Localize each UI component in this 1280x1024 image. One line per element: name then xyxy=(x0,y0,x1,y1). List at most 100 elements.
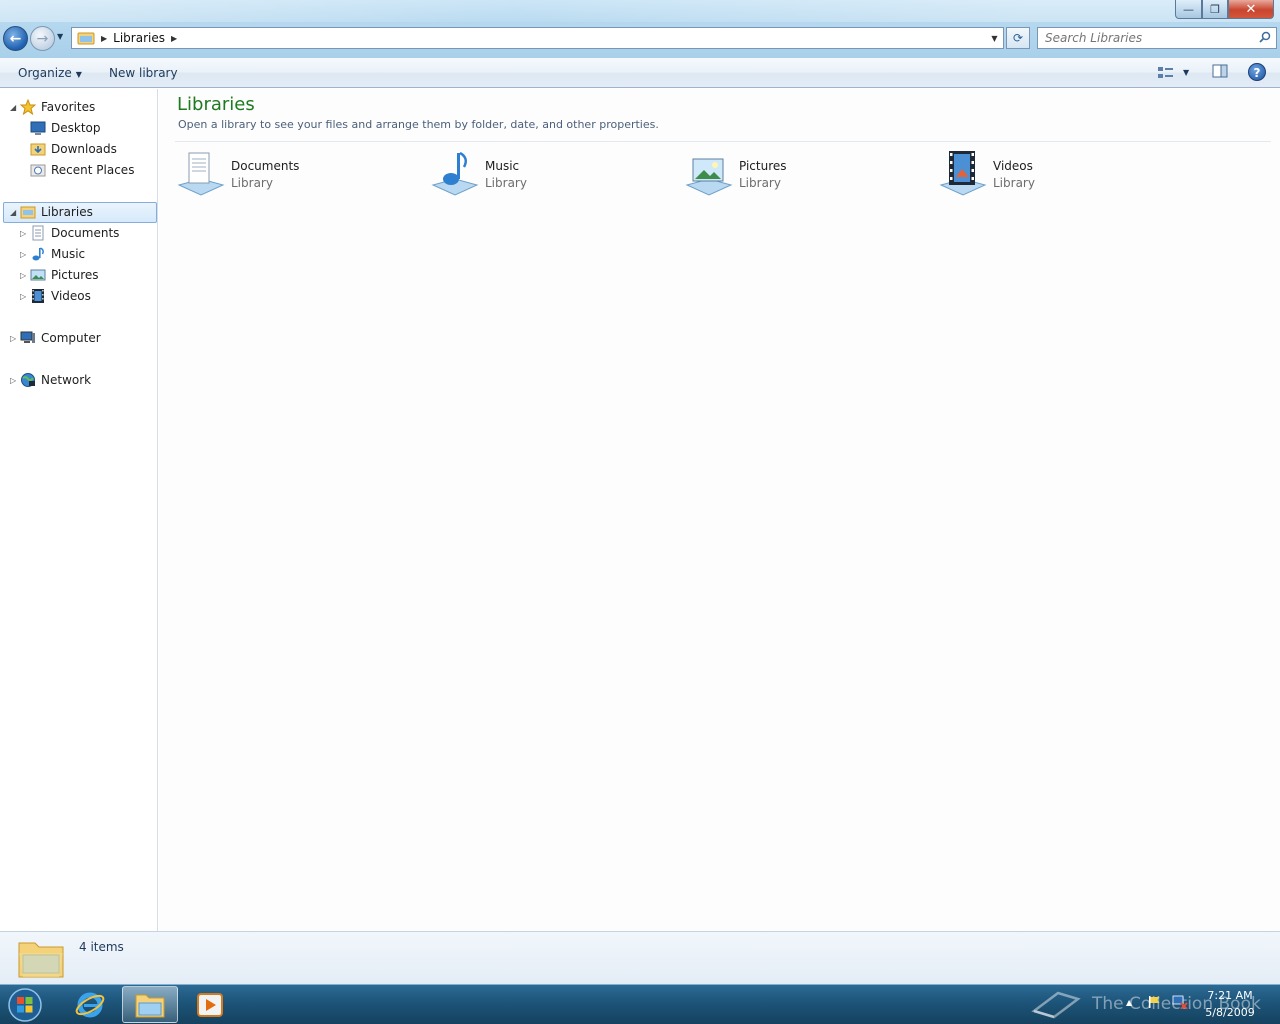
library-tile-documents[interactable]: Documents Library xyxy=(177,149,417,201)
organize-label: Organize xyxy=(18,66,72,80)
preview-pane-button[interactable] xyxy=(1212,64,1230,82)
book-logo-icon xyxy=(1031,991,1081,1019)
nav-libraries-label: Libraries xyxy=(41,205,93,219)
nav-item-downloads[interactable]: Downloads xyxy=(30,139,117,159)
maximize-button[interactable]: ❐ xyxy=(1202,0,1228,19)
start-button[interactable] xyxy=(4,987,46,1023)
nav-network[interactable]: Network xyxy=(20,370,91,390)
breadcrumb-separator-icon[interactable]: ▶ xyxy=(171,34,177,43)
videos-icon xyxy=(30,288,46,304)
taskbar: The Collection Book ▲ 7:21 AM 5/8/2009 xyxy=(0,984,1280,1024)
nav-item-videos[interactable]: Videos xyxy=(30,286,91,306)
library-type: Library xyxy=(739,176,781,190)
forward-button[interactable]: → xyxy=(30,26,55,51)
expand-icon[interactable]: ▷ xyxy=(10,334,16,343)
minimize-button[interactable]: — xyxy=(1175,0,1202,19)
videos-library-icon xyxy=(939,151,987,196)
address-dropdown-button[interactable]: ▼ xyxy=(985,33,1003,43)
recent-pages-dropdown[interactable]: ▼ xyxy=(57,32,67,44)
taskbar-windows-explorer[interactable] xyxy=(122,986,178,1023)
chevron-down-icon: ▼ xyxy=(1183,68,1190,77)
library-tile-pictures[interactable]: Pictures Library xyxy=(685,149,925,201)
expand-icon[interactable]: ▷ xyxy=(20,250,26,259)
documents-library-icon xyxy=(177,152,225,196)
chevron-down-icon: ▼ xyxy=(57,32,64,41)
address-bar[interactable]: ▶ Libraries ▶ ▼ xyxy=(71,27,1004,49)
close-button[interactable]: ✕ xyxy=(1228,0,1274,19)
organize-menu-button[interactable]: Organize ▼ xyxy=(18,64,82,82)
documents-icon xyxy=(30,225,46,241)
nav-item-documents-label: Documents xyxy=(51,226,120,240)
favorites-star-icon xyxy=(19,98,37,116)
taskbar-media-player[interactable] xyxy=(182,986,238,1023)
page-description: Open a library to see your files and arr… xyxy=(178,118,659,131)
chevron-down-icon: ▼ xyxy=(75,70,82,79)
nav-libraries[interactable]: Libraries xyxy=(20,202,93,222)
downloads-folder-icon xyxy=(30,141,46,157)
network-icon xyxy=(20,372,36,388)
page-title: Libraries xyxy=(177,94,255,115)
library-type: Library xyxy=(993,176,1035,190)
nav-item-desktop-label: Desktop xyxy=(51,121,101,135)
breadcrumb-separator-icon[interactable]: ▶ xyxy=(101,34,107,43)
search-icon[interactable] xyxy=(1259,31,1271,43)
nav-item-pictures[interactable]: Pictures xyxy=(30,265,99,285)
preview-pane-icon xyxy=(1212,64,1228,78)
nav-favorites[interactable]: Favorites xyxy=(19,97,96,117)
refresh-button[interactable]: ⟳ xyxy=(1006,27,1030,49)
network-status-icon[interactable] xyxy=(1172,995,1188,1009)
expand-icon[interactable]: ▷ xyxy=(20,271,26,280)
search-box[interactable] xyxy=(1037,27,1277,49)
expand-icon[interactable]: ▷ xyxy=(10,376,16,385)
nav-computer-label: Computer xyxy=(41,331,101,345)
maximize-icon: ❐ xyxy=(1210,2,1220,16)
library-type: Library xyxy=(231,176,273,190)
taskbar-internet-explorer[interactable] xyxy=(62,986,118,1023)
clock-time[interactable]: 7:21 AM xyxy=(1200,989,1260,1002)
library-type: Library xyxy=(485,176,527,190)
help-button[interactable]: ? xyxy=(1248,63,1266,81)
back-button[interactable]: ← xyxy=(3,26,28,51)
expand-icon[interactable]: ▷ xyxy=(20,229,26,238)
divider xyxy=(175,141,1271,142)
library-tile-music[interactable]: Music Library xyxy=(431,149,671,201)
nav-item-documents[interactable]: Documents xyxy=(30,223,119,243)
views-icon xyxy=(1158,67,1173,78)
library-tile-videos[interactable]: Videos Library xyxy=(939,149,1179,201)
library-name: Documents xyxy=(231,159,300,173)
clock-date[interactable]: 5/8/2009 xyxy=(1200,1006,1260,1019)
breadcrumb-libraries[interactable]: Libraries xyxy=(113,31,165,45)
nav-computer[interactable]: Computer xyxy=(20,328,101,348)
pictures-icon xyxy=(30,267,46,283)
windows-explorer-icon xyxy=(135,994,165,1017)
nav-network-label: Network xyxy=(41,373,92,387)
show-hidden-icons-button[interactable]: ▲ xyxy=(1126,998,1132,1007)
collapse-icon[interactable]: ◢ xyxy=(10,103,16,112)
search-input[interactable] xyxy=(1038,28,1248,48)
details-pane: 4 items xyxy=(0,931,1280,984)
nav-item-recent-places[interactable]: Recent Places xyxy=(30,160,134,180)
expand-icon[interactable]: ▷ xyxy=(20,292,26,301)
libraries-folder-icon xyxy=(77,31,95,45)
item-count: 4 items xyxy=(79,940,124,954)
nav-item-pictures-label: Pictures xyxy=(51,268,99,282)
media-player-icon xyxy=(197,992,223,1017)
computer-icon xyxy=(20,330,36,346)
command-bar: Organize ▼ New library ▼ ? xyxy=(0,58,1280,88)
recent-places-icon xyxy=(30,162,46,178)
nav-favorites-label: Favorites xyxy=(41,100,96,114)
change-view-button[interactable]: ▼ xyxy=(1157,64,1193,82)
libraries-folder-icon xyxy=(18,942,64,978)
nav-item-music[interactable]: Music xyxy=(30,244,85,264)
new-library-button[interactable]: New library xyxy=(109,64,178,82)
close-icon: ✕ xyxy=(1245,1,1257,17)
collapse-icon[interactable]: ◢ xyxy=(10,208,16,217)
desktop-icon xyxy=(30,120,46,136)
minimize-icon: — xyxy=(1183,2,1194,16)
nav-item-music-label: Music xyxy=(51,247,86,261)
nav-item-desktop[interactable]: Desktop xyxy=(30,118,101,138)
action-center-flag-icon[interactable] xyxy=(1148,995,1162,1009)
forward-arrow-icon: → xyxy=(36,30,49,47)
library-name: Music xyxy=(485,159,520,173)
nav-item-videos-label: Videos xyxy=(51,289,91,303)
